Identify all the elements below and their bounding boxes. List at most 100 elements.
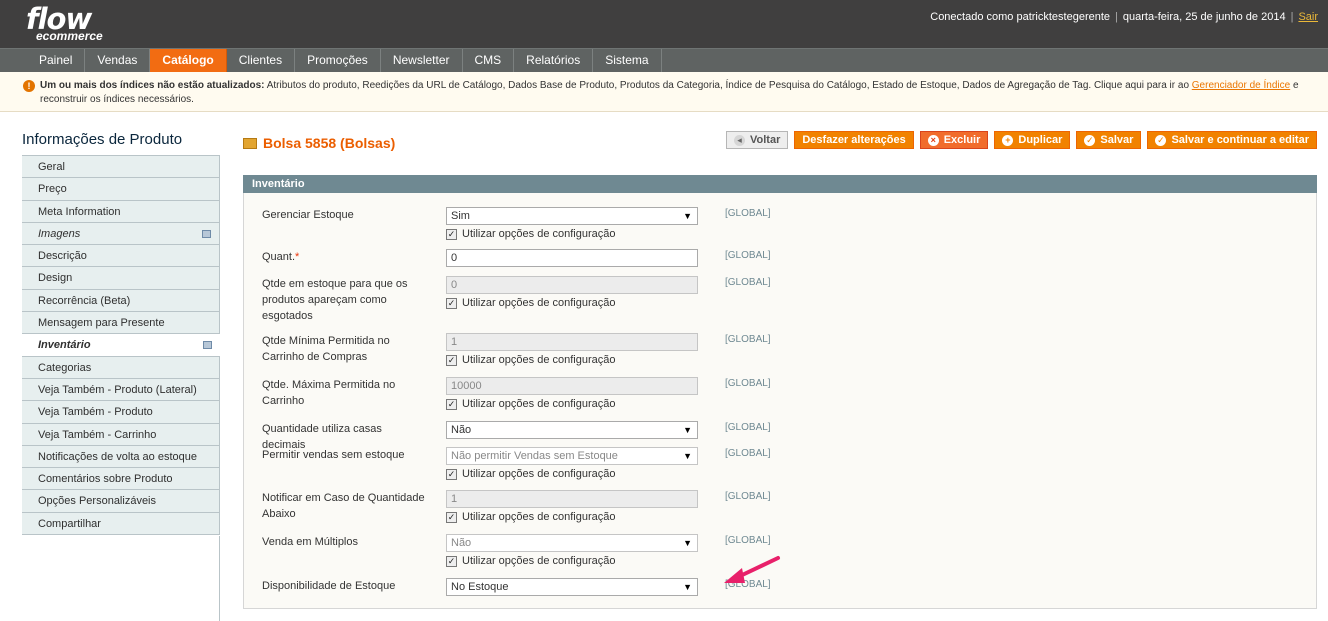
scope-label: [GLOBAL]: [725, 491, 771, 502]
logout-link[interactable]: Sair: [1298, 11, 1318, 23]
nav-item-sistema[interactable]: Sistema: [593, 49, 662, 72]
sidebar-tab-14[interactable]: Comentários sobre Produto: [22, 468, 220, 491]
duplicate-button[interactable]: + Duplicar: [994, 131, 1071, 149]
scope-label: [GLOBAL]: [725, 277, 771, 288]
nav-item-cms[interactable]: CMS: [463, 49, 515, 72]
sidebar-tab-11[interactable]: Veja Também - Produto: [22, 401, 220, 424]
use-config-checkbox[interactable]: ✓ Utilizar opções de configuração: [446, 228, 615, 241]
field-select: Não ▼: [446, 534, 698, 552]
sidebar-tab-3[interactable]: Imagens: [22, 222, 220, 246]
warning-icon: !: [23, 80, 35, 92]
checkbox-icon[interactable]: ✓: [446, 229, 457, 240]
page-title: Bolsa 5858 (Bolsas): [243, 135, 395, 151]
sidebar-tab-label: Inventário: [38, 339, 91, 352]
checkbox-icon[interactable]: ✓: [446, 556, 457, 567]
checkbox-icon[interactable]: ✓: [446, 355, 457, 366]
tab-status-icon: [203, 341, 212, 350]
checkbox-icon[interactable]: ✓: [446, 399, 457, 410]
sidebar-tab-8[interactable]: Inventário: [22, 334, 220, 357]
notice-bold: Um ou mais dos índices não estão atualiz…: [40, 80, 265, 91]
duplicate-label: Duplicar: [1018, 134, 1063, 146]
sidebar-tab-6[interactable]: Recorrência (Beta): [22, 289, 220, 313]
save-label: Salvar: [1100, 134, 1134, 146]
use-config-label: Utilizar opções de configuração: [462, 468, 616, 480]
sidebar-tab-2[interactable]: Meta Information: [22, 200, 220, 223]
plus-icon: +: [1002, 134, 1014, 146]
back-button[interactable]: ◂ Voltar: [726, 131, 789, 149]
sidebar-tab-16[interactable]: Compartilhar: [22, 512, 220, 536]
sidebar-tab-12[interactable]: Veja Também - Carrinho: [22, 423, 220, 446]
field-label: Gerenciar Estoque: [262, 209, 354, 221]
reset-button[interactable]: Desfazer alterações: [794, 131, 914, 149]
logo-sub: ecommerce: [36, 29, 103, 43]
sidebar-tab-label: Compartilhar: [38, 517, 101, 530]
nav-item-clientes[interactable]: Clientes: [227, 49, 296, 72]
use-config-checkbox[interactable]: ✓ Utilizar opções de configuração: [446, 297, 615, 310]
checkbox-icon[interactable]: ✓: [446, 298, 457, 309]
field-label: Disponibilidade de Estoque: [262, 580, 396, 592]
checkbox-icon[interactable]: ✓: [446, 469, 457, 480]
scope-label: [GLOBAL]: [725, 250, 771, 261]
save-continue-button[interactable]: ✓ Salvar e continuar a editar: [1147, 131, 1317, 149]
sidebar-title: Informações de Produto: [22, 131, 183, 148]
field-select[interactable]: No Estoque ▼: [446, 578, 698, 596]
logo[interactable]: flow ecommerce: [26, 4, 103, 43]
field-label: Qtde em estoque para que os produtos apa…: [262, 278, 408, 322]
nav-item-newsletter[interactable]: Newsletter: [381, 49, 463, 72]
nav-item-promocoes[interactable]: Promoções: [295, 49, 381, 72]
field-select: Não permitir Vendas sem Estoque ▼: [446, 447, 698, 465]
use-config-checkbox[interactable]: ✓ Utilizar opções de configuração: [446, 468, 615, 481]
field-select[interactable]: Sim ▼: [446, 207, 698, 225]
save-button[interactable]: ✓ Salvar: [1076, 131, 1142, 149]
sidebar-tab-9[interactable]: Categorias: [22, 356, 220, 379]
pink-arrow-annotation: [724, 556, 780, 583]
nav-item-vendas[interactable]: Vendas: [85, 49, 151, 72]
product-info-sidebar: Informações de Produto Geral Preço Meta In…: [22, 130, 220, 536]
sidebar-tab-13[interactable]: Notificações de volta ao estoque: [22, 445, 220, 469]
nav-item-catalogo[interactable]: Catálogo: [150, 49, 227, 72]
sidebar-tab-label: Notificações de volta ao estoque: [38, 450, 197, 463]
delete-x-icon: ×: [927, 134, 939, 146]
field-label: Qtde. Máxima Permitida no Carrinho: [262, 379, 396, 407]
field-input: 10000: [446, 377, 698, 395]
use-config-label: Utilizar opções de configuração: [462, 511, 616, 523]
nav-item-relatorios[interactable]: Relatórios: [514, 49, 594, 72]
page-title-text: Bolsa 5858 (Bolsas): [263, 135, 396, 151]
field-input[interactable]: 0: [446, 249, 698, 267]
check-icon: ✓: [1155, 134, 1167, 146]
scope-label: [GLOBAL]: [725, 448, 771, 459]
use-config-checkbox[interactable]: ✓ Utilizar opções de configuração: [446, 354, 615, 367]
field-label: Venda em Múltiplos: [262, 536, 358, 548]
inventory-section-header: Inventário: [243, 175, 1317, 193]
inventory-fieldset: Gerenciar Estoque Sim ▼ ✓ Utilizar opções de…: [243, 193, 1317, 609]
sidebar-tab-5[interactable]: Design: [22, 267, 220, 290]
header-user-info: Conectado como patricktestegerente | quart…: [930, 11, 1318, 23]
sidebar-tab-label: Opções Personalizáveis: [38, 495, 157, 508]
sidebar-tab-label: Mensagem para Presente: [38, 317, 165, 330]
sidebar-tab-10[interactable]: Veja Também - Produto (Lateral): [22, 378, 220, 402]
field-input: 1: [446, 490, 698, 508]
delete-button[interactable]: × Excluir: [919, 131, 989, 149]
sidebar-tab-1[interactable]: Preço: [22, 178, 220, 201]
field-select[interactable]: Não ▼: [446, 421, 698, 439]
field-label: Permitir vendas sem estoque: [262, 449, 405, 461]
sidebar-tab-15[interactable]: Opções Personalizáveis: [22, 490, 220, 513]
index-notice: ! Um ou mais dos índices não estão atual…: [0, 72, 1328, 112]
index-manager-link[interactable]: Gerenciador de Índice: [1192, 80, 1290, 91]
sidebar-tab-0[interactable]: Geral: [22, 156, 220, 179]
sidebar-tab-label: Meta Information: [38, 205, 121, 218]
nav-item-painel[interactable]: Painel: [27, 49, 86, 72]
use-config-label: Utilizar opções de configuração: [462, 398, 616, 410]
use-config-checkbox[interactable]: ✓ Utilizar opções de configuração: [446, 511, 615, 524]
dropdown-arrow-icon: ▼: [683, 211, 692, 221]
sidebar-tab-7[interactable]: Mensagem para Presente: [22, 312, 220, 335]
sidebar-tab-4[interactable]: Descrição: [22, 245, 220, 268]
dropdown-arrow-icon: ▼: [683, 451, 692, 461]
checkbox-icon[interactable]: ✓: [446, 512, 457, 523]
dropdown-arrow-icon: ▼: [683, 538, 692, 548]
use-config-checkbox[interactable]: ✓ Utilizar opções de configuração: [446, 555, 615, 568]
use-config-label: Utilizar opções de configuração: [462, 228, 616, 240]
field-input: 0: [446, 276, 698, 294]
notice-text: Atributos do produto, Reedições da URL d…: [264, 80, 1192, 91]
use-config-checkbox[interactable]: ✓ Utilizar opções de configuração: [446, 398, 615, 411]
